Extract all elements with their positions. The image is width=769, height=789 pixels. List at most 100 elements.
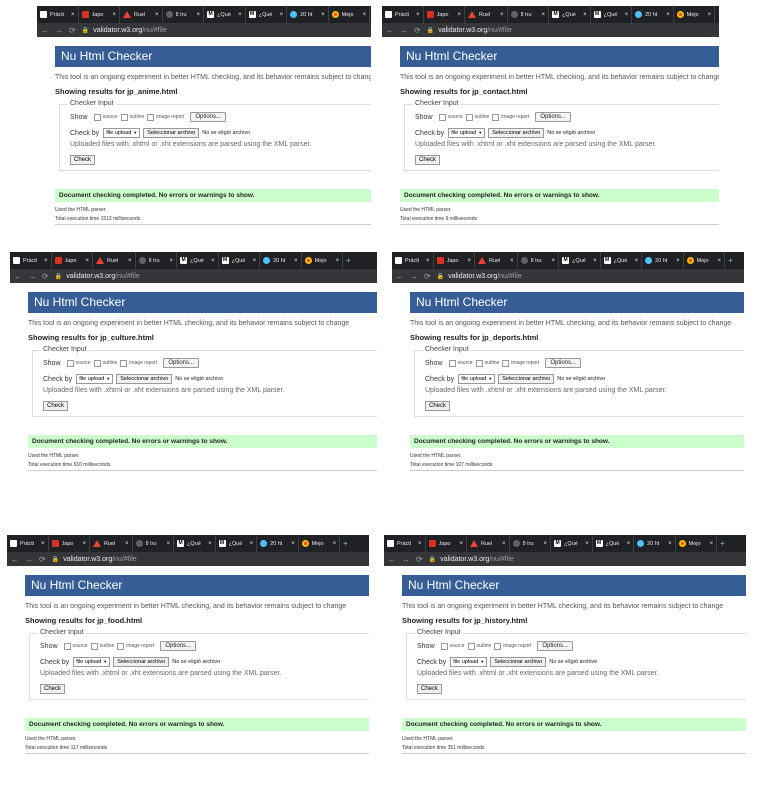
lock-icon[interactable]: 🔒: [82, 27, 89, 34]
source-checkbox[interactable]: [63, 642, 71, 650]
check-button[interactable]: Check: [40, 684, 66, 694]
check-button[interactable]: Check: [425, 401, 451, 411]
browser-tab[interactable]: Japo ×: [426, 535, 468, 552]
browser-tab[interactable]: 20 ht ×: [632, 6, 674, 23]
new-tab-button[interactable]: +: [343, 256, 354, 265]
url-field[interactable]: validator.w3.org/nu/#file: [448, 273, 522, 280]
browser-tab[interactable]: 20 ht ×: [257, 535, 299, 552]
browser-tab[interactable]: M ¿Qué ×: [593, 535, 635, 552]
browser-tab[interactable]: 20 ht ×: [287, 6, 329, 23]
source-checkbox[interactable]: [448, 359, 456, 367]
browser-tab[interactable]: M ¿Qué ×: [559, 252, 601, 269]
source-checkbox[interactable]: [438, 113, 446, 121]
browser-tab[interactable]: Prácti ×: [37, 6, 79, 23]
choose-file-button[interactable]: Seleccionar archivo: [113, 657, 170, 667]
forward-arrow-icon[interactable]: →: [400, 26, 408, 35]
close-tab-icon[interactable]: ×: [542, 12, 546, 18]
browser-tab[interactable]: 20 ht ×: [642, 252, 684, 269]
reload-icon[interactable]: ⟳: [69, 26, 76, 35]
browser-tab[interactable]: Japo ×: [79, 6, 121, 23]
close-tab-icon[interactable]: ×: [625, 12, 629, 18]
back-arrow-icon[interactable]: ←: [388, 555, 396, 564]
close-tab-icon[interactable]: ×: [500, 12, 504, 18]
check-button[interactable]: Check: [70, 155, 96, 165]
browser-tab[interactable]: Ruel ×: [93, 252, 136, 269]
browser-tab[interactable]: 8 tru ×: [133, 535, 175, 552]
close-tab-icon[interactable]: ×: [333, 541, 337, 547]
close-tab-icon[interactable]: ×: [676, 258, 680, 264]
close-tab-icon[interactable]: ×: [666, 12, 670, 18]
url-field[interactable]: validator.w3.org/nu/#file: [63, 556, 137, 563]
url-field[interactable]: validator.w3.org/nu/#file: [438, 27, 512, 34]
check-by-select[interactable]: file upload ▼: [450, 657, 488, 667]
browser-tab[interactable]: M ¿Qué ×: [204, 6, 246, 23]
image-report-checkbox[interactable]: [492, 113, 500, 121]
browser-tab[interactable]: Mejo ×: [676, 535, 718, 552]
close-tab-icon[interactable]: ×: [41, 541, 45, 547]
close-tab-icon[interactable]: ×: [253, 258, 257, 264]
choose-file-button[interactable]: Seleccionar archivo: [488, 128, 545, 138]
forward-arrow-icon[interactable]: →: [402, 555, 410, 564]
image-report-checkbox[interactable]: [147, 113, 155, 121]
outline-checkbox[interactable]: [120, 113, 128, 121]
lock-icon[interactable]: 🔒: [52, 556, 59, 563]
url-field[interactable]: validator.w3.org/nu/#file: [440, 556, 514, 563]
new-tab-button[interactable]: +: [725, 256, 736, 265]
browser-tab[interactable]: M ¿Qué ×: [549, 6, 591, 23]
new-tab-button[interactable]: +: [717, 539, 728, 548]
close-tab-icon[interactable]: ×: [128, 258, 132, 264]
image-report-checkbox[interactable]: [494, 642, 502, 650]
browser-tab[interactable]: M ¿Qué ×: [216, 535, 258, 552]
close-tab-icon[interactable]: ×: [208, 541, 212, 547]
browser-tab[interactable]: M ¿Qué ×: [246, 6, 288, 23]
close-tab-icon[interactable]: ×: [718, 258, 722, 264]
close-tab-icon[interactable]: ×: [460, 541, 464, 547]
options-button[interactable]: Options...: [163, 358, 200, 368]
browser-tab[interactable]: Mejo ×: [674, 6, 716, 23]
back-arrow-icon[interactable]: ←: [396, 272, 404, 281]
browser-tab[interactable]: 20 ht ×: [634, 535, 676, 552]
forward-arrow-icon[interactable]: →: [25, 555, 33, 564]
browser-tab[interactable]: 8 tru ×: [510, 535, 552, 552]
image-report-checkbox[interactable]: [120, 359, 128, 367]
reload-icon[interactable]: ⟳: [39, 555, 46, 564]
close-tab-icon[interactable]: ×: [71, 12, 75, 18]
close-tab-icon[interactable]: ×: [291, 541, 295, 547]
browser-tab[interactable]: Prácti ×: [7, 535, 49, 552]
close-tab-icon[interactable]: ×: [627, 541, 631, 547]
close-tab-icon[interactable]: ×: [336, 258, 340, 264]
browser-tab[interactable]: M ¿Qué ×: [219, 252, 261, 269]
lock-icon[interactable]: 🔒: [437, 273, 444, 280]
check-by-select[interactable]: file upload ▼: [73, 657, 111, 667]
close-tab-icon[interactable]: ×: [710, 541, 714, 547]
check-by-select[interactable]: file upload ▼: [448, 128, 486, 138]
close-tab-icon[interactable]: ×: [426, 258, 430, 264]
browser-tab[interactable]: M ¿Qué ×: [591, 6, 633, 23]
close-tab-icon[interactable]: ×: [502, 541, 506, 547]
browser-tab[interactable]: 8 tru ×: [136, 252, 178, 269]
close-tab-icon[interactable]: ×: [458, 12, 462, 18]
browser-tab[interactable]: Ruel ×: [90, 535, 133, 552]
close-tab-icon[interactable]: ×: [418, 541, 422, 547]
close-tab-icon[interactable]: ×: [238, 12, 242, 18]
forward-arrow-icon[interactable]: →: [410, 272, 418, 281]
browser-tab[interactable]: Mejo ×: [302, 252, 344, 269]
outline-checkbox[interactable]: [90, 642, 98, 650]
close-tab-icon[interactable]: ×: [44, 258, 48, 264]
back-arrow-icon[interactable]: ←: [14, 272, 22, 281]
outline-checkbox[interactable]: [475, 359, 483, 367]
browser-tab[interactable]: Ruel ×: [120, 6, 163, 23]
browser-tab[interactable]: Japo ×: [434, 252, 476, 269]
back-arrow-icon[interactable]: ←: [11, 555, 19, 564]
outline-checkbox[interactable]: [467, 642, 475, 650]
image-report-checkbox[interactable]: [502, 359, 510, 367]
browser-tab[interactable]: M ¿Qué ×: [601, 252, 643, 269]
close-tab-icon[interactable]: ×: [125, 541, 129, 547]
browser-tab[interactable]: Mejo ×: [299, 535, 341, 552]
browser-tab[interactable]: Japo ×: [424, 6, 466, 23]
browser-tab[interactable]: 8 tru ×: [163, 6, 205, 23]
back-arrow-icon[interactable]: ←: [41, 26, 49, 35]
image-report-checkbox[interactable]: [117, 642, 125, 650]
new-tab-button[interactable]: +: [370, 10, 371, 19]
close-tab-icon[interactable]: ×: [86, 258, 90, 264]
